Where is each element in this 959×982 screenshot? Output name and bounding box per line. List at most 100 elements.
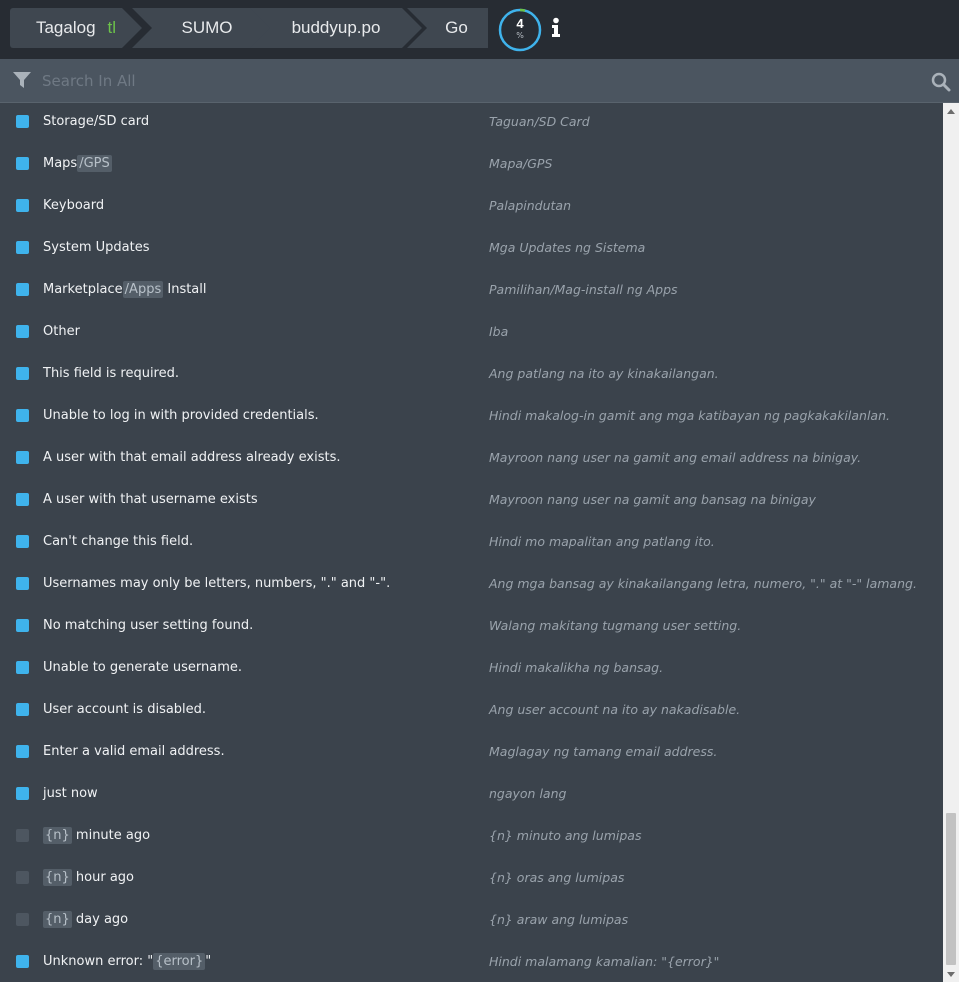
source-segment: Storage/SD card	[43, 114, 150, 129]
string-row[interactable]: A user with that email address already e…	[0, 439, 943, 481]
translation-text[interactable]: Mapa/GPS	[489, 156, 552, 171]
source-segment: Usernames may only be letters, numbers, …	[43, 576, 391, 591]
search-input[interactable]	[42, 67, 902, 95]
breadcrumb-language[interactable]: Tagalog tl	[10, 8, 142, 48]
translation-text[interactable]: {n} minuto ang lumipas	[489, 828, 641, 843]
translation-text[interactable]: Taguan/SD Card	[489, 114, 590, 129]
row-checkbox[interactable]	[16, 871, 29, 884]
translation-text[interactable]: Maglagay ng tamang email address.	[489, 744, 717, 759]
string-row[interactable]: User account is disabled. Ang user accoun…	[0, 691, 943, 733]
translation-text[interactable]: Pamilihan/Mag-install ng Apps	[489, 282, 678, 297]
row-checkbox[interactable]	[16, 661, 29, 674]
scroll-thumb[interactable]	[946, 813, 956, 965]
search-icon[interactable]	[931, 72, 951, 96]
row-checkbox[interactable]	[16, 325, 29, 338]
translation-text[interactable]: Walang makitang tugmang user setting.	[489, 618, 741, 633]
source-segment: minute ago	[71, 828, 151, 843]
row-checkbox[interactable]	[16, 115, 29, 128]
source-segment: Can't change this field.	[43, 534, 194, 549]
translation-text[interactable]: Palapindutan	[489, 198, 571, 213]
row-checkbox[interactable]	[16, 493, 29, 506]
translation-text[interactable]: Mga Updates ng Sistema	[489, 240, 645, 255]
string-row[interactable]: {n} minute ago {n} minuto ang lumipas	[0, 817, 943, 859]
string-row[interactable]: Maps/GPS Mapa/GPS	[0, 145, 943, 187]
row-checkbox[interactable]	[16, 955, 29, 968]
scroll-up-icon[interactable]	[947, 109, 955, 114]
source-text: Usernames may only be letters, numbers, …	[43, 576, 390, 591]
string-row[interactable]: just now ngayon lang	[0, 775, 943, 817]
breadcrumb-file[interactable]: buddyup.po	[250, 8, 422, 48]
translation-text[interactable]: Hindi makalikha ng bansag.	[489, 660, 663, 675]
row-checkbox[interactable]	[16, 829, 29, 842]
translation-text[interactable]: Ang patlang na ito ay kinakailangan.	[489, 366, 719, 381]
source-segment: Unable to log in with provided credentia…	[43, 408, 319, 423]
string-row[interactable]: Enter a valid email address. Maglagay ng …	[0, 733, 943, 775]
string-row[interactable]: Unable to generate username. Hindi makali…	[0, 649, 943, 691]
row-checkbox[interactable]	[16, 577, 29, 590]
string-row[interactable]: This field is required. Ang patlang na it…	[0, 355, 943, 397]
row-checkbox[interactable]	[16, 745, 29, 758]
scroll-down-icon[interactable]	[947, 972, 955, 977]
string-row[interactable]: Unable to log in with provided credentia…	[0, 397, 943, 439]
row-checkbox[interactable]	[16, 619, 29, 632]
progress-indicator[interactable]: 4 %	[497, 7, 543, 53]
source-text: System Updates	[43, 240, 149, 255]
placeholder-token: /Apps	[122, 281, 164, 298]
row-checkbox[interactable]	[16, 787, 29, 800]
language-name: Tagalog	[35, 18, 96, 37]
row-checkbox[interactable]	[16, 913, 29, 926]
string-row[interactable]: Other Iba	[0, 313, 943, 355]
row-checkbox[interactable]	[16, 367, 29, 380]
row-checkbox[interactable]	[16, 703, 29, 716]
translation-text[interactable]: Mayroon nang user na gamit ang bansag na…	[489, 492, 816, 507]
translation-text[interactable]: ngayon lang	[489, 786, 566, 801]
translation-text[interactable]: {n} oras ang lumipas	[489, 870, 624, 885]
source-segment: Unable to generate username.	[43, 660, 243, 675]
row-checkbox[interactable]	[16, 241, 29, 254]
string-row[interactable]: {n} day ago {n} araw ang lumipas	[0, 901, 943, 943]
row-checkbox[interactable]	[16, 283, 29, 296]
source-text: Marketplace/Apps Install	[43, 281, 207, 298]
string-row[interactable]: {n} hour ago {n} oras ang lumipas	[0, 859, 943, 901]
placeholder-token: {n}	[43, 911, 72, 928]
source-text: Keyboard	[43, 198, 104, 213]
string-row[interactable]: No matching user setting found. Walang ma…	[0, 607, 943, 649]
string-row[interactable]: System Updates Mga Updates ng Sistema	[0, 229, 943, 271]
translation-text[interactable]: Iba	[489, 324, 508, 339]
placeholder-token: {error}	[153, 953, 206, 970]
row-checkbox[interactable]	[16, 409, 29, 422]
source-text: Unable to log in with provided credentia…	[43, 408, 319, 423]
source-text: Storage/SD card	[43, 114, 149, 129]
source-segment: Maps	[43, 156, 78, 171]
translation-text[interactable]: Hindi mo mapalitan ang patlang ito.	[489, 534, 715, 549]
scrollbar[interactable]	[943, 103, 959, 982]
string-row[interactable]: Unknown error: " {error} " Hindi malamang k…	[0, 943, 943, 982]
translation-text[interactable]: Ang mga bansag ay kinakailangang letra, …	[489, 576, 917, 591]
translation-text[interactable]: Hindi makalog-in gamit ang mga katibayan…	[489, 408, 890, 423]
breadcrumb-project[interactable]: SUMO	[132, 8, 272, 48]
source-segment: day ago	[71, 912, 129, 927]
row-checkbox[interactable]	[16, 451, 29, 464]
source-segment: Install	[163, 282, 207, 297]
row-checkbox[interactable]	[16, 199, 29, 212]
string-row[interactable]: Storage/SD card Taguan/SD Card	[0, 103, 943, 145]
go-label: Go	[445, 18, 468, 37]
filter-icon[interactable]	[12, 71, 32, 93]
row-checkbox[interactable]	[16, 535, 29, 548]
source-text: Unknown error: " {error} "	[43, 953, 211, 970]
string-row[interactable]: Marketplace/Apps Install Pamilihan/Mag-in…	[0, 271, 943, 313]
source-segment: Marketplace	[43, 282, 123, 297]
translation-text[interactable]: Hindi malamang kamalian: "{error}"	[489, 954, 719, 969]
string-row[interactable]: Keyboard Palapindutan	[0, 187, 943, 229]
string-row[interactable]: A user with that username exists Mayroon …	[0, 481, 943, 523]
info-icon[interactable]	[549, 17, 563, 39]
string-row[interactable]: Usernames may only be letters, numbers, …	[0, 565, 943, 607]
string-list: Storage/SD card Taguan/SD Card Maps/GPS Map…	[0, 103, 943, 982]
row-checkbox[interactable]	[16, 157, 29, 170]
translation-text[interactable]: Ang user account na ito ay nakadisable.	[489, 702, 740, 717]
translation-text[interactable]: Mayroon nang user na gamit ang email add…	[489, 450, 861, 465]
source-text: {n} day ago	[43, 911, 129, 928]
string-row[interactable]: Can't change this field. Hindi mo mapalit…	[0, 523, 943, 565]
translation-text[interactable]: {n} araw ang lumipas	[489, 912, 628, 927]
source-segment: just now	[43, 786, 98, 801]
